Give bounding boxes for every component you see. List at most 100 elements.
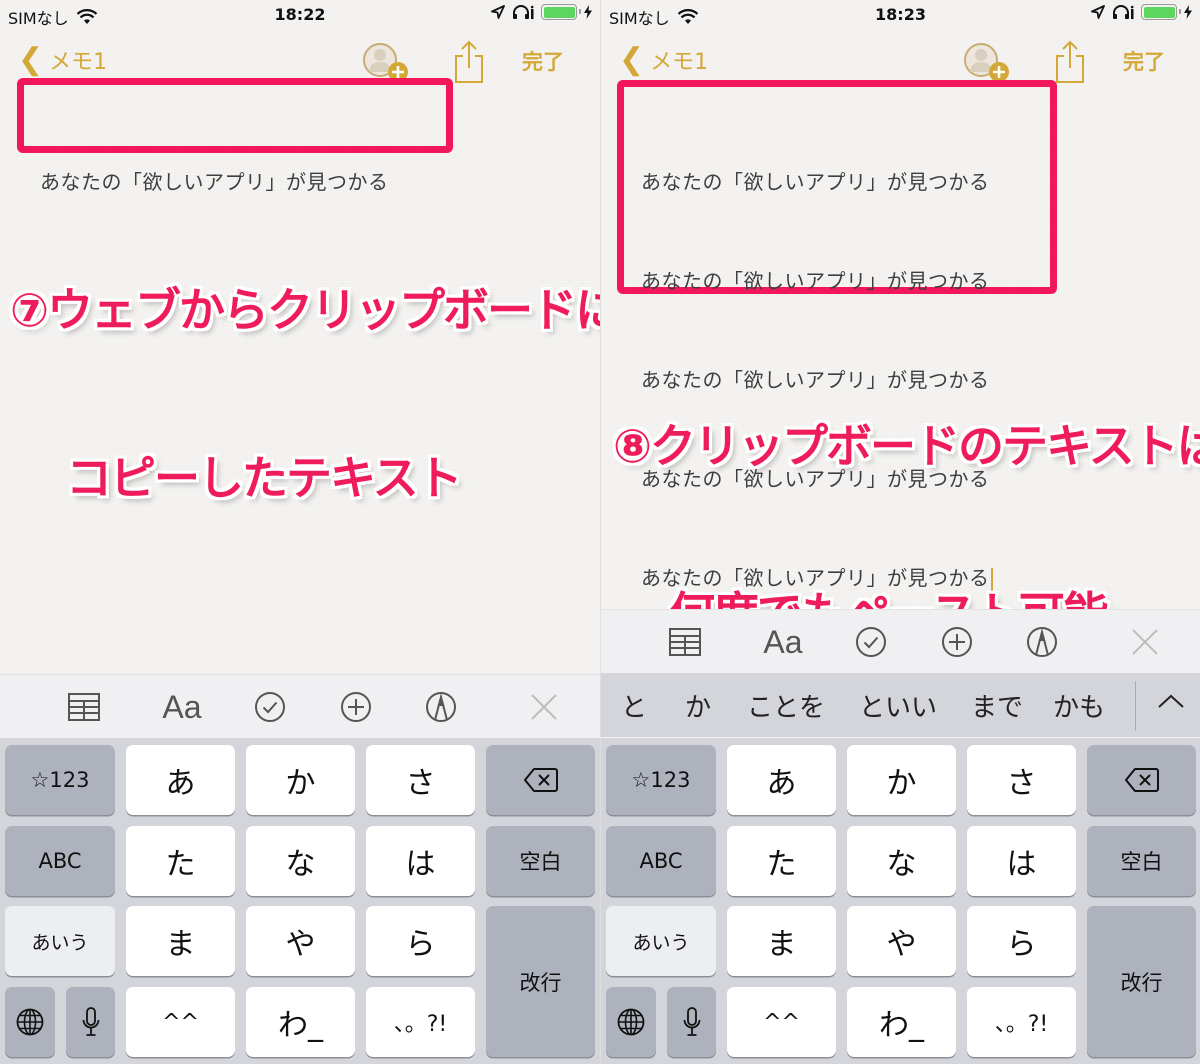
add-button[interactable] — [937, 624, 977, 660]
close-toolbar-button[interactable] — [524, 689, 564, 725]
key-sa[interactable]: さ — [967, 745, 1076, 815]
key-punctuation[interactable]: 、。?! — [366, 987, 475, 1057]
key-ha[interactable]: は — [366, 826, 475, 896]
key-ka[interactable]: か — [246, 745, 355, 815]
checklist-button[interactable] — [250, 689, 290, 725]
share-icon[interactable] — [1053, 40, 1087, 84]
key-na[interactable]: な — [246, 826, 355, 896]
delete-icon — [523, 768, 558, 792]
key-ra[interactable]: ら — [366, 906, 475, 976]
key-return[interactable]: 改行 — [486, 906, 595, 1057]
markup-icon — [426, 692, 456, 722]
close-toolbar-button[interactable] — [1125, 624, 1165, 660]
keyboard: ☆123 あ か さ ABC た な は 空白 あいう ま や ら 改行 ^^ … — [0, 738, 600, 1064]
key-punctuation-label: 、。?! — [393, 1012, 448, 1037]
markup-button[interactable] — [421, 689, 461, 725]
share-icon[interactable] — [452, 40, 486, 84]
done-button[interactable]: 完了 — [1123, 46, 1165, 76]
suggestion-item[interactable]: といい — [859, 687, 937, 724]
checklist-button[interactable] — [851, 624, 891, 660]
key-globe[interactable] — [5, 987, 55, 1057]
format-button[interactable]: Aa — [759, 624, 807, 660]
headphones-icon — [1113, 5, 1134, 19]
charging-bolt-icon — [584, 5, 592, 19]
key-abc[interactable]: ABC — [606, 826, 716, 896]
add-button[interactable] — [336, 689, 376, 725]
key-globe[interactable] — [606, 987, 656, 1057]
key-dictation[interactable] — [66, 987, 115, 1057]
key-wa-label: わ_ — [278, 1008, 323, 1043]
close-icon — [531, 694, 557, 720]
back-button[interactable]: ❮ メモ1 — [18, 42, 107, 77]
suggestion-item[interactable]: まで — [971, 687, 1023, 724]
caption-line-1: ⑧クリップボードのテキストは — [613, 419, 1200, 473]
status-bar: SIMなし 18:23 — [601, 0, 1200, 30]
key-kana-mode[interactable]: あいう — [5, 906, 115, 976]
key-ta[interactable]: た — [727, 826, 836, 896]
key-numbers[interactable]: ☆123 — [606, 745, 716, 815]
key-ya[interactable]: や — [847, 906, 956, 976]
keyboard: ☆123 あ か さ ABC た な は 空白 あいう ま や ら 改行 ^^ … — [601, 738, 1200, 1064]
key-delete[interactable] — [486, 745, 595, 815]
key-wa[interactable]: わ_ — [847, 987, 956, 1057]
key-space[interactable]: 空白 — [1087, 826, 1196, 896]
key-a[interactable]: あ — [126, 745, 235, 815]
key-punctuation-label: 、。?! — [994, 1012, 1049, 1037]
suggestion-item[interactable]: かも — [1053, 687, 1105, 724]
key-numbers[interactable]: ☆123 — [5, 745, 115, 815]
key-punctuation[interactable]: 、。?! — [967, 987, 1076, 1057]
table-button[interactable] — [665, 624, 705, 660]
globe-icon — [617, 1008, 645, 1036]
suggestion-divider — [1135, 681, 1136, 731]
key-dictation[interactable] — [667, 987, 716, 1057]
notes-toolbar: Aa — [601, 609, 1200, 673]
key-ha[interactable]: は — [967, 826, 1076, 896]
key-space[interactable]: 空白 — [486, 826, 595, 896]
status-indicators — [491, 4, 592, 20]
add-icon — [942, 627, 972, 657]
key-ma[interactable]: ま — [126, 906, 235, 976]
key-ra[interactable]: ら — [967, 906, 1076, 976]
back-button[interactable]: ❮ メモ1 — [619, 42, 708, 77]
charging-bolt-icon — [1184, 5, 1192, 19]
markup-icon — [1027, 627, 1057, 657]
checklist-icon — [856, 627, 886, 657]
nav-bar: ❮ メモ1 完了 — [601, 36, 1200, 84]
key-na[interactable]: な — [847, 826, 956, 896]
suggestion-item[interactable]: ことを — [747, 687, 825, 724]
note-line: あなたの「欲しいアプリ」が見つかる — [641, 170, 990, 194]
screen-before-paste: SIMなし 18:22 ❮ メモ1 完了 あなたの「欲しいアプリ」が見つかる ⑦… — [0, 0, 600, 1064]
format-button[interactable]: Aa — [158, 689, 206, 725]
chevron-up-icon[interactable] — [1153, 687, 1189, 717]
key-delete[interactable] — [1087, 745, 1196, 815]
nav-bar: ❮ メモ1 完了 — [0, 36, 600, 84]
suggestion-item[interactable]: と — [621, 687, 647, 724]
back-label: メモ1 — [650, 49, 709, 75]
key-ka[interactable]: か — [847, 745, 956, 815]
table-icon — [669, 628, 701, 656]
annotation-caption: ⑦ウェブからクリップボードに コピーしたテキスト — [10, 170, 600, 618]
table-button[interactable] — [64, 689, 104, 725]
key-kana-mode[interactable]: あいう — [606, 906, 716, 976]
key-ma[interactable]: ま — [727, 906, 836, 976]
note-line: あなたの「欲しいアプリ」が見つかる — [641, 269, 990, 293]
battery-level — [1143, 6, 1175, 18]
key-wa[interactable]: わ_ — [246, 987, 355, 1057]
close-icon — [1132, 629, 1158, 655]
key-emoticon[interactable]: ^^ — [126, 987, 235, 1057]
suggestion-item[interactable]: か — [685, 687, 711, 724]
key-ta[interactable]: た — [126, 826, 235, 896]
key-ya[interactable]: や — [246, 906, 355, 976]
key-emoticon[interactable]: ^^ — [727, 987, 836, 1057]
key-return[interactable]: 改行 — [1087, 906, 1196, 1057]
caption-line-2: コピーしたテキスト — [66, 451, 463, 505]
add-person-icon[interactable] — [963, 40, 1009, 84]
markup-button[interactable] — [1022, 624, 1062, 660]
screen-after-paste: SIMなし 18:23 ❮ メモ1 完了 あなたの「欲しいアプリ」が見つかる あ… — [601, 0, 1200, 1064]
key-sa[interactable]: さ — [366, 745, 475, 815]
microphone-icon — [82, 1007, 99, 1036]
key-abc[interactable]: ABC — [5, 826, 115, 896]
key-a[interactable]: あ — [727, 745, 836, 815]
done-button[interactable]: 完了 — [522, 46, 564, 76]
location-icon — [491, 5, 505, 19]
